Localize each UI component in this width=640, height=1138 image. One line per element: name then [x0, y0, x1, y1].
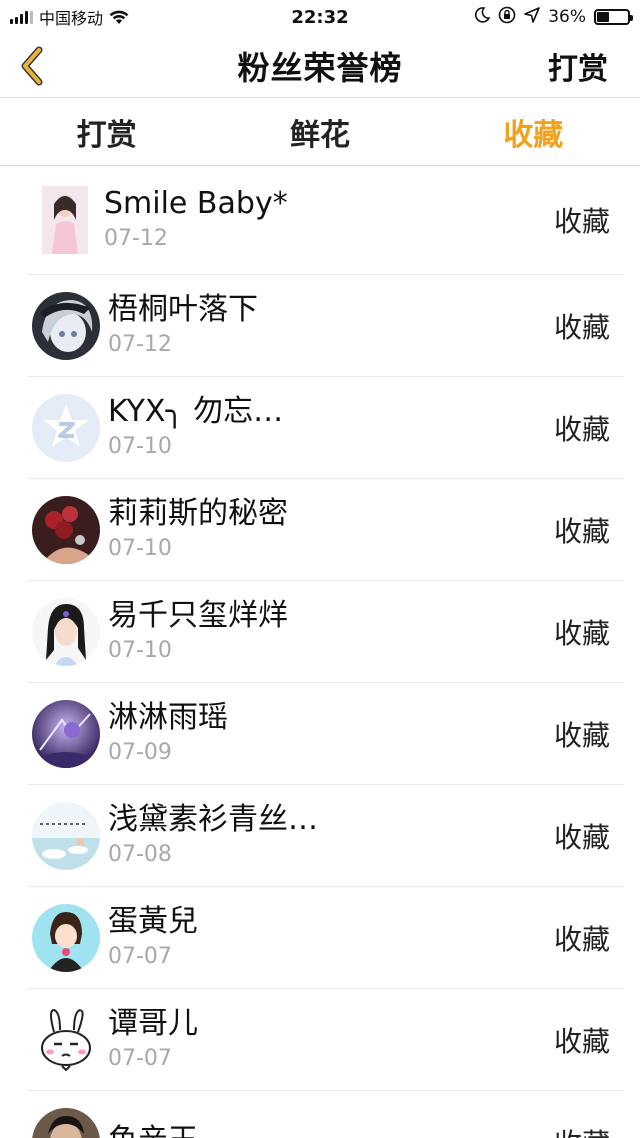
fan-name: 鱼亲王 [108, 1123, 198, 1138]
fan-date: 07-10 [108, 637, 172, 663]
action-label: 收藏 [553, 820, 610, 854]
fan-name: 莉莉斯的秘密 [108, 495, 288, 531]
action-label: 收藏 [553, 412, 610, 446]
avatar [32, 801, 100, 870]
chevron-left-icon [21, 46, 43, 86]
action-label: 收藏 [553, 514, 610, 548]
avatar [32, 597, 100, 666]
action-label: 收藏 [553, 616, 610, 650]
fan-date: 07-12 [108, 331, 172, 357]
list-item[interactable]: 易千只玺烊烊 07-10 收藏 [28, 581, 624, 683]
battery-icon [594, 9, 633, 25]
fan-name: 梧桐叶落下 [108, 291, 258, 327]
fan-name: 蛋黃兒 [108, 903, 198, 939]
fan-date: 07-07 [108, 1045, 172, 1071]
list-item[interactable]: 梧桐叶落下 07-12 收藏 [28, 275, 624, 377]
bunny-icon [32, 1005, 100, 1074]
location-icon [524, 6, 541, 28]
battery-percent: 36% [548, 7, 586, 27]
wifi-icon [109, 10, 129, 25]
fan-name: 淋淋雨瑶 [108, 699, 228, 735]
action-label: 收藏 [553, 922, 610, 956]
list-item[interactable]: KYX╮ 勿忘… 07-10 收藏 [28, 377, 624, 479]
fan-date: 07-09 [108, 739, 172, 765]
carrier-label: 中国移动 [39, 9, 104, 28]
fan-name: 浅黛素衫青丝… [108, 801, 318, 837]
avatar [32, 699, 100, 768]
action-label: 收藏 [553, 205, 610, 238]
status-bar: 中国移动 22:32 36% [0, 0, 640, 34]
rotation-lock-icon [498, 6, 516, 29]
fan-name: KYX╮ 勿忘… [108, 393, 284, 429]
signal-icon [10, 10, 33, 24]
tab-bar: 打赏 鲜花 收藏 [0, 98, 640, 166]
list-item[interactable]: Smile Baby* 07-12 收藏 [28, 166, 624, 275]
list-item[interactable]: 谭哥儿 07-07 收藏 [28, 989, 624, 1091]
tab-reward[interactable]: 打赏 [0, 98, 213, 165]
action-label: 收藏 [553, 718, 610, 752]
action-label: 收藏 [553, 1024, 610, 1058]
list-item[interactable]: 浅黛素衫青丝… 07-08 收藏 [28, 785, 624, 887]
list-item[interactable]: 淋淋雨瑶 07-09 收藏 [28, 683, 624, 785]
tab-favorites[interactable]: 收藏 [427, 98, 640, 165]
fan-date: 07-10 [108, 535, 172, 561]
nav-bar: 粉丝荣誉榜 打赏 [0, 34, 640, 98]
fan-date: 07-07 [108, 943, 172, 969]
page-title: 粉丝荣誉榜 [237, 48, 403, 87]
avatar [32, 1107, 100, 1138]
avatar [32, 291, 100, 360]
fan-date: 07-10 [108, 433, 172, 459]
fan-name: Smile Baby* [104, 186, 288, 221]
qq-logo-icon [32, 393, 100, 462]
moon-icon [474, 6, 491, 28]
action-label: 收藏 [553, 310, 610, 344]
fan-date: 07-08 [108, 841, 172, 867]
fan-name: 易千只玺烊烊 [108, 597, 288, 633]
list-item[interactable]: 鱼亲王 收藏 [28, 1091, 624, 1138]
back-button[interactable] [12, 46, 52, 86]
avatar [32, 903, 100, 972]
list-item[interactable]: 莉莉斯的秘密 07-10 收藏 [28, 479, 624, 581]
reward-button[interactable]: 打赏 [548, 44, 608, 88]
tab-flowers[interactable]: 鲜花 [213, 98, 426, 165]
action-label: 收藏 [554, 1122, 610, 1138]
list-item[interactable]: 蛋黃兒 07-07 收藏 [28, 887, 624, 989]
fan-list: Smile Baby* 07-12 收藏 梧桐叶落下 07-12 收藏 KYX╮… [0, 166, 640, 1138]
avatar [32, 495, 100, 564]
fan-date: 07-12 [104, 226, 168, 251]
avatar [42, 186, 88, 254]
fan-name: 谭哥儿 [108, 1005, 198, 1041]
